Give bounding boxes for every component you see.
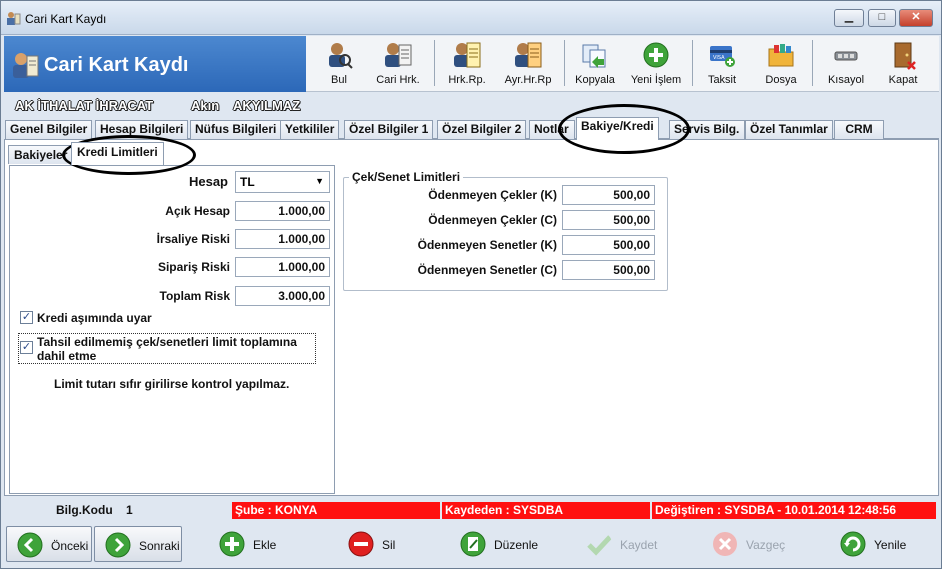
status-bar: Bilg.Kodu 1 Şube : KONYA Kaydeden : SYSD…	[4, 499, 939, 521]
toolbar-cari-hrk-button[interactable]: Cari Hrk.	[372, 38, 424, 90]
customer-card-icon	[13, 53, 39, 78]
irsaliye-riski-label: İrsaliye Riski	[156, 232, 230, 246]
previous-button[interactable]: Önceki	[6, 526, 92, 562]
cek-k-label: Ödenmeyen Çekler (K)	[428, 188, 557, 202]
app-banner: Cari Kart Kaydı	[4, 36, 306, 92]
maximize-button[interactable]: □	[868, 9, 896, 27]
tahsil-edilmemis-label-2: dahil etme	[37, 349, 97, 363]
plus-icon	[219, 531, 245, 557]
cek-c-field[interactable]: 500,00	[562, 210, 655, 230]
toplam-risk-label: Toplam Risk	[159, 289, 230, 303]
app-title: Cari Kart Kaydı	[44, 54, 189, 76]
checkmark-icon	[587, 535, 612, 556]
cek-k-field[interactable]: 500,00	[562, 185, 655, 205]
toolbar-bul-button[interactable]: Bul	[324, 38, 354, 90]
installment-card-icon: VISA	[710, 46, 735, 67]
toolbar-hrk-rp-button[interactable]: Hrk.Rp.	[444, 38, 490, 90]
kredi-asim-uyar-label: Kredi aşımında uyar	[37, 311, 152, 325]
exit-door-icon	[894, 42, 916, 70]
toolbar-kopyala-button[interactable]: Kopyala	[572, 38, 618, 90]
kredi-asim-uyar-checkbox[interactable]: ✓	[20, 311, 33, 324]
tab-ozel-tanimlar[interactable]: Özel Tanımlar	[745, 120, 833, 139]
svg-text:VISA: VISA	[713, 55, 725, 61]
tab-nufus-bilgileri[interactable]: Nüfus Bilgileri	[190, 120, 282, 139]
toolbar-separator	[692, 40, 693, 86]
app-icon	[7, 12, 21, 25]
toplam-risk-field[interactable]: 3.000,00	[235, 286, 330, 306]
tab-ozel-bilgiler-1[interactable]: Özel Bilgiler 1	[344, 120, 434, 139]
subtab-kredi-limitleri[interactable]: Kredi Limitleri	[71, 142, 164, 165]
toolbar-yeni-islem-button[interactable]: Yeni İşlem	[628, 38, 684, 90]
edit-icon	[460, 531, 486, 557]
title-bar: Cari Kart Kaydı ▁ □ ✕	[1, 1, 941, 35]
refresh-icon	[840, 531, 866, 557]
bilg-kodu-label: Bilg.Kodu	[56, 503, 113, 517]
delete-button[interactable]: Sil	[338, 526, 418, 562]
search-person-icon	[329, 43, 353, 69]
status-sube: Şube : KONYA	[232, 502, 440, 519]
cancel-button[interactable]: Vazgeç	[702, 526, 802, 562]
acik-hesap-label: Açık Hesap	[165, 204, 230, 218]
dropdown-arrow-icon: ▼	[315, 176, 324, 186]
action-bar: Önceki Sonraki Ekle Sil Düzenle Kaydet V…	[4, 524, 939, 566]
credit-limits-panel: Hesap TL ▼ Açık Hesap 1.000,00 İrsaliye R…	[9, 165, 335, 494]
tab-panel-bakiye-kredi: Bakiyeler Kredi Limitleri Hesap TL ▼ Açık…	[4, 139, 939, 496]
tab-ozel-bilgiler-2[interactable]: Özel Bilgiler 2	[437, 120, 527, 139]
owner-last-name: AKYILMAZ	[233, 98, 301, 113]
detailed-report-icon	[515, 42, 542, 68]
senet-c-field[interactable]: 500,00	[562, 260, 655, 280]
shortcut-icon	[834, 51, 858, 61]
save-button[interactable]: Kaydet	[576, 526, 676, 562]
irsaliye-riski-field[interactable]: 1.000,00	[235, 229, 330, 249]
siparis-riski-label: Sipariş Riski	[157, 260, 230, 274]
account-moves-icon	[385, 43, 412, 67]
tab-genel-bilgiler[interactable]: Genel Bilgiler	[5, 120, 93, 139]
edit-button[interactable]: Düzenle	[450, 526, 550, 562]
toolbar-separator	[564, 40, 565, 86]
toolbar-kapat-button[interactable]: Kapat	[886, 38, 920, 90]
status-degistiren: Değiştiren : SYSDBA - 10.01.2014 12:48:5…	[652, 502, 936, 519]
cek-senet-title: Çek/Senet Limitleri	[349, 170, 464, 184]
toolbar-area: Cari Kart Kaydı Bul Cari Hrk. Hrk.Rp. Ay…	[4, 36, 939, 92]
minus-icon	[348, 531, 374, 557]
owner-first-name: Akın	[191, 98, 220, 113]
arrow-left-icon	[17, 532, 43, 558]
tahsil-edilmemis-label-1: Tahsil edilmemiş çek/senetleri limit top…	[37, 335, 297, 349]
siparis-riski-field[interactable]: 1.000,00	[235, 257, 330, 277]
toolbar-dosya-button[interactable]: Dosya	[762, 38, 800, 90]
toolbar-taksit-button[interactable]: VISA Taksit	[704, 38, 740, 90]
tab-crm[interactable]: CRM	[834, 120, 884, 139]
next-button[interactable]: Sonraki	[94, 526, 182, 562]
toolbar-kisayol-button[interactable]: Kısayol	[824, 38, 868, 90]
new-transaction-icon	[643, 42, 669, 68]
window-title: Cari Kart Kaydı	[25, 12, 107, 26]
limit-note: Limit tutarı sıfır girilirse kontrol yap…	[54, 377, 290, 391]
arrow-right-icon	[105, 532, 131, 558]
senet-k-label: Ödenmeyen Senetler (K)	[417, 238, 557, 252]
senet-k-field[interactable]: 500,00	[562, 235, 655, 255]
acik-hesap-field[interactable]: 1.000,00	[235, 201, 330, 221]
cek-c-label: Ödenmeyen Çekler (C)	[428, 213, 557, 227]
tahsil-edilmemis-checkbox[interactable]: ✓	[20, 341, 33, 354]
toolbar-separator	[434, 40, 435, 86]
moves-report-icon	[454, 42, 481, 68]
senet-c-label: Ödenmeyen Senetler (C)	[417, 263, 557, 277]
hesap-label: Hesap	[188, 174, 228, 189]
minimize-button[interactable]: ▁	[834, 9, 864, 27]
main-window: Cari Kart Kaydı ▁ □ ✕ Cari Kart Kaydı Bu…	[0, 0, 942, 569]
hesap-currency-select[interactable]: TL ▼	[235, 171, 330, 193]
copy-icon	[582, 44, 606, 68]
status-kaydeden: Kaydeden : SYSDBA	[442, 502, 650, 519]
owner-company: AK İTHALAT İHRACAT	[15, 98, 154, 113]
add-button[interactable]: Ekle	[209, 526, 299, 562]
refresh-button[interactable]: Yenile	[830, 526, 930, 562]
toolbar-separator	[812, 40, 813, 86]
folder-icon	[768, 44, 794, 67]
cancel-x-icon	[713, 532, 737, 556]
bilg-kodu-value: 1	[126, 503, 133, 517]
close-button[interactable]: ✕	[899, 9, 933, 27]
tab-yetkililer[interactable]: Yetkililer	[280, 120, 340, 139]
toolbar-ayr-hr-rp-button[interactable]: Ayr.Hr.Rp	[500, 38, 556, 90]
tab-bakiye-kredi[interactable]: Bakiye/Kredi	[576, 117, 659, 140]
